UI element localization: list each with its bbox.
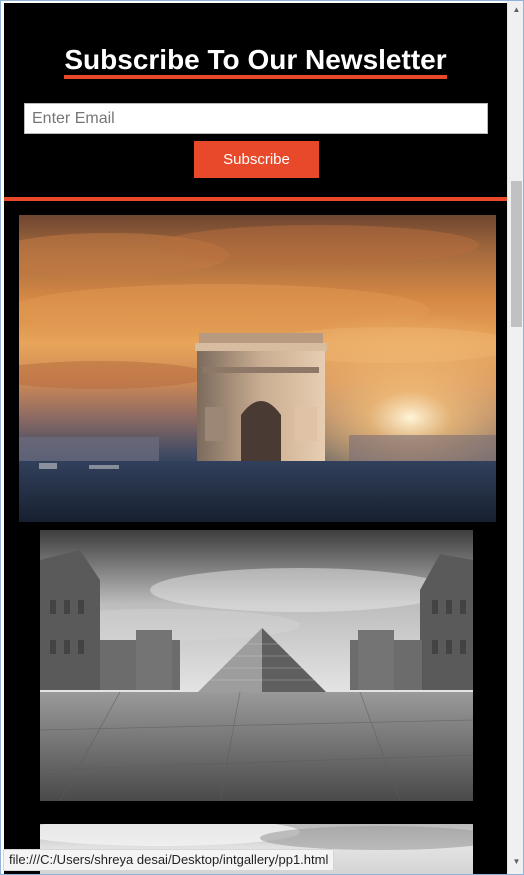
scroll-down-arrow-icon[interactable]: ▼ (508, 853, 523, 870)
newsletter-title-text: Subscribe To Our Newsletter (64, 44, 447, 79)
louvre-pyramid-photo[interactable] (40, 530, 473, 801)
scroll-up-arrow-icon[interactable]: ▲ (508, 1, 523, 18)
arc-de-triomphe-illustration (19, 215, 496, 522)
arch-monument (195, 333, 327, 461)
newsletter-title: Subscribe To Our Newsletter (4, 43, 507, 79)
browser-viewport: Subscribe To Our Newsletter Subscribe (0, 0, 524, 875)
status-bar-url: file:///C:/Users/shreya desai/Desktop/in… (3, 849, 335, 871)
louvre-illustration (40, 530, 473, 801)
email-input[interactable] (24, 103, 488, 134)
newsletter-section: Subscribe To Our Newsletter Subscribe (4, 3, 507, 197)
arc-de-triomphe-photo[interactable] (19, 215, 496, 522)
section-divider (4, 197, 507, 201)
vertical-scrollbar[interactable]: ▲ ▼ (507, 1, 523, 874)
page-content: Subscribe To Our Newsletter Subscribe (4, 3, 507, 874)
subscribe-button[interactable]: Subscribe (194, 141, 319, 178)
scrollbar-thumb[interactable] (511, 181, 522, 327)
